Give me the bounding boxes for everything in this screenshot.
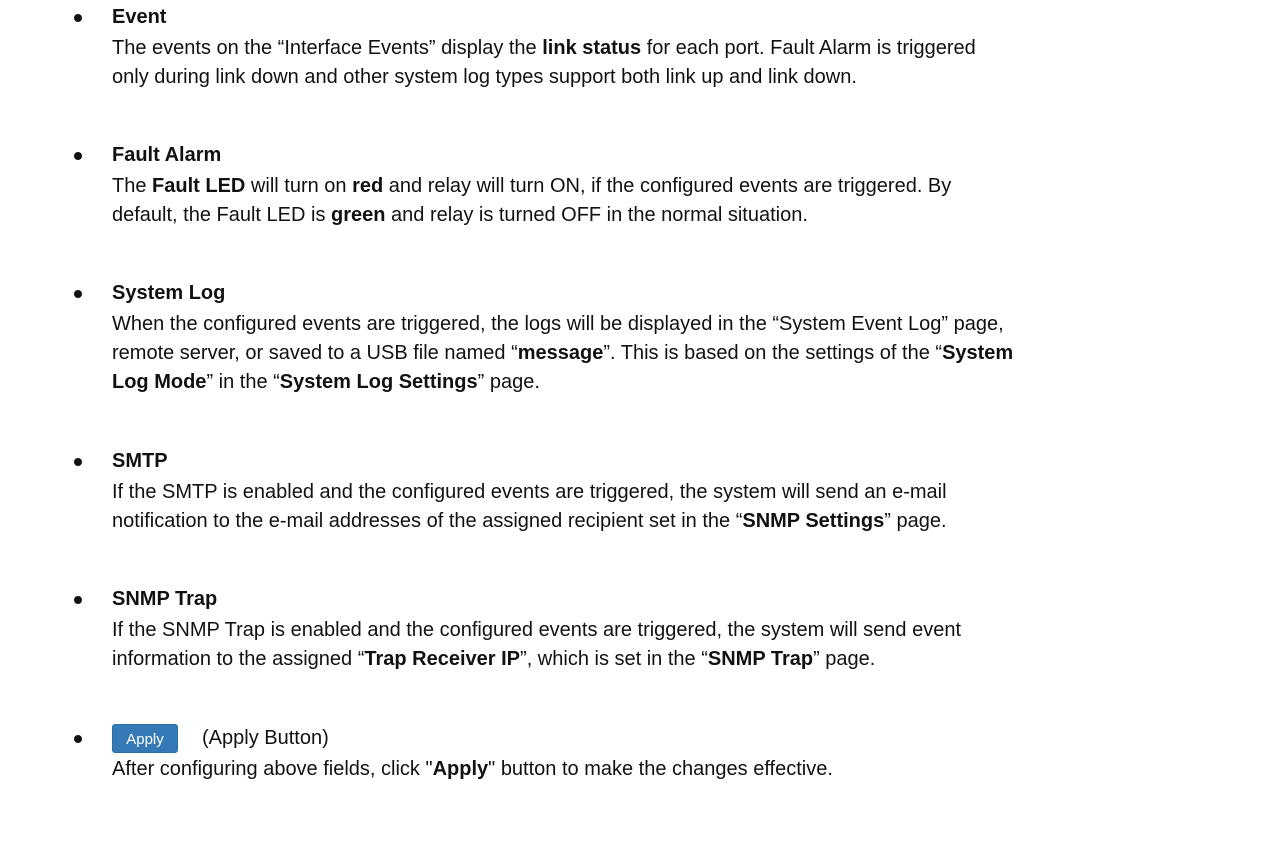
item-description: If the SNMP Trap is enabled and the conf… (112, 619, 961, 670)
item-description: The Fault LED will turn on red and relay… (112, 175, 952, 226)
apply-button-caption: (Apply Button) (202, 727, 329, 749)
item-title: System Log (112, 282, 226, 304)
bullet (74, 14, 82, 22)
item-description: After configuring above fields, click "A… (112, 758, 833, 780)
apply-button[interactable]: Apply (112, 724, 178, 753)
bullet (74, 596, 82, 604)
bullet (74, 458, 82, 466)
bullet (74, 735, 82, 743)
item-title: Fault Alarm (112, 144, 222, 166)
document-page: Event The events on the “Interface Event… (0, 0, 1271, 843)
item-description: The events on the “Interface Events” dis… (112, 37, 976, 88)
item-description: When the configured events are triggered… (112, 313, 1014, 393)
bullet (74, 152, 82, 160)
item-title: SMTP (112, 450, 168, 472)
item-title: SNMP Trap (112, 588, 218, 610)
item-title: Event (112, 6, 167, 28)
bullet (74, 290, 82, 298)
item-description: If the SMTP is enabled and the configure… (112, 481, 947, 532)
apply-row: Apply (Apply Button) (112, 724, 329, 753)
